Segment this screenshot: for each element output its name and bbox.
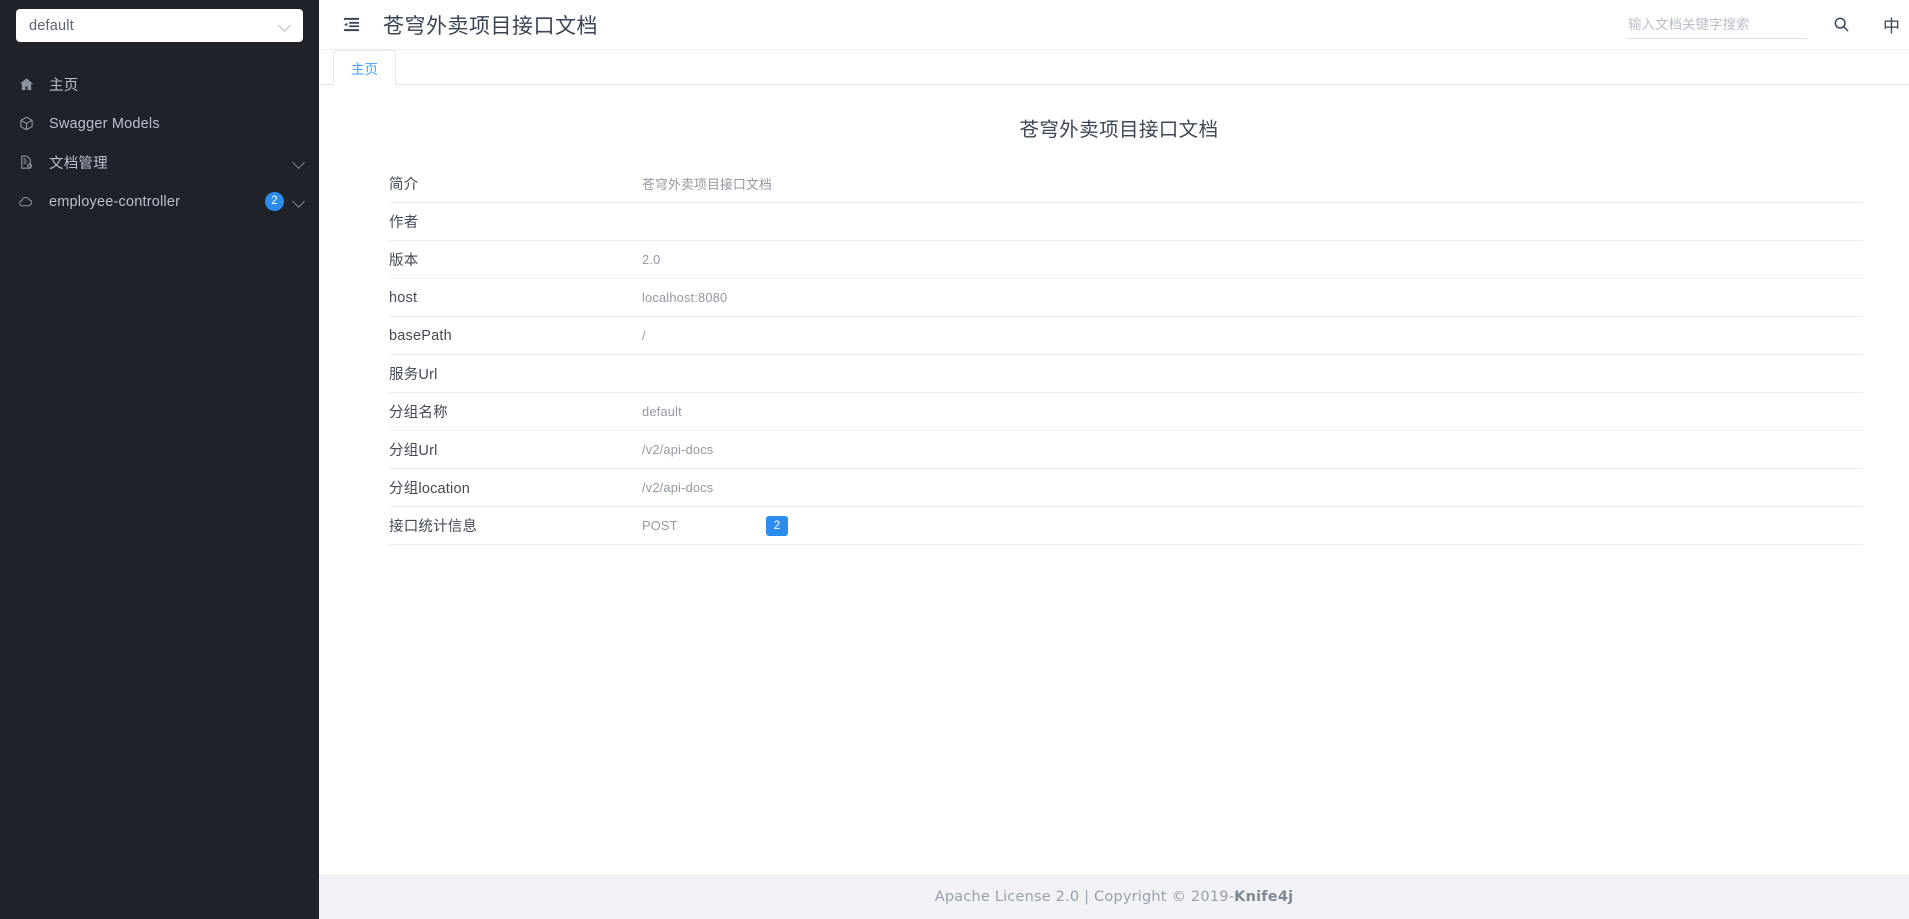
doc-title: 苍穹外卖项目接口文档 <box>1019 119 1219 141</box>
search-field[interactable] <box>1626 10 1807 39</box>
cloud-icon <box>16 193 36 211</box>
table-row: 分组Url /v2/api-docs <box>389 431 1863 469</box>
sidebar-item-label: Swagger Models <box>49 115 160 132</box>
row-key: 分组location <box>389 481 470 497</box>
cube-icon <box>16 115 36 133</box>
table-row: 版本 2.0 <box>389 241 1863 279</box>
sidebar-item-label: 文档管理 <box>49 156 108 172</box>
menu-fold-icon[interactable] <box>336 10 366 40</box>
group-select[interactable]: default <box>16 9 303 42</box>
row-key: 简介 <box>389 177 419 193</box>
table-row: 简介 苍穹外卖项目接口文档 <box>389 165 1863 203</box>
search-icon[interactable] <box>1829 13 1853 37</box>
table-row: basePath / <box>389 317 1863 355</box>
home-icon <box>16 76 36 94</box>
app-root: default 主页 Swagger Models 文档管理 employee-… <box>0 0 1909 919</box>
page-title: 苍穹外卖项目接口文档 <box>383 14 598 38</box>
topbar: 苍穹外卖项目接口文档 中 <box>319 0 1909 50</box>
row-key: 接口统计信息 <box>389 519 478 535</box>
sidebar-item-employee-controller[interactable]: employee-controller 2 <box>0 182 319 221</box>
table-row: 作者 <box>389 203 1863 241</box>
sidebar-item-doc-manage[interactable]: 文档管理 <box>0 143 319 182</box>
row-key: 分组名称 <box>389 405 448 421</box>
row-value: /v2/api-docs <box>642 442 714 457</box>
row-key: host <box>389 289 418 306</box>
table-row: 分组location /v2/api-docs <box>389 469 1863 507</box>
sidebar-item-label: employee-controller <box>49 193 181 210</box>
footer: Apache License 2.0 | Copyright © 2019- Kn… <box>319 874 1909 919</box>
tabs-bar: 主页 <box>319 50 1909 85</box>
row-value: 苍穹外卖项目接口文档 <box>642 177 772 192</box>
file-settings-icon <box>16 154 36 172</box>
sidebar-item-home[interactable]: 主页 <box>0 65 319 104</box>
table-row-api-stats: 接口统计信息 POST 2 <box>389 507 1863 545</box>
row-key: basePath <box>389 327 452 344</box>
chevron-down-icon <box>279 19 292 32</box>
row-value: localhost:8080 <box>642 290 728 305</box>
sidebar-item-swagger-models[interactable]: Swagger Models <box>0 104 319 143</box>
row-key: 分组Url <box>389 443 438 459</box>
status-badge: 2 <box>766 515 788 536</box>
row-value: POST 2 <box>642 515 788 536</box>
row-value: /v2/api-docs <box>642 480 714 495</box>
info-table: 简介 苍穹外卖项目接口文档 作者 版本 2.0 host localhost:8… <box>389 165 1863 545</box>
table-row: 分组名称 default <box>389 393 1863 431</box>
table-row: host localhost:8080 <box>389 279 1863 317</box>
table-row: 服务Url <box>389 355 1863 393</box>
search-input[interactable] <box>1626 15 1807 33</box>
group-select-value: default <box>29 17 74 34</box>
content-area: 苍穹外卖项目接口文档 中 主页 苍穹外卖项目接口文档 <box>319 0 1909 919</box>
sidebar-item-label: 主页 <box>49 78 79 94</box>
row-value: / <box>642 328 646 343</box>
sidebar: default 主页 Swagger Models 文档管理 employee-… <box>0 0 319 919</box>
sidebar-nav: 主页 Swagger Models 文档管理 employee-controll… <box>0 65 319 221</box>
row-key: 服务Url <box>389 367 438 383</box>
footer-brand: Knife4j <box>1234 888 1294 905</box>
main-content: 苍穹外卖项目接口文档 简介 苍穹外卖项目接口文档 作者 版本 2.0 host … <box>319 85 1909 874</box>
http-method-label: POST <box>642 518 678 533</box>
row-key: 版本 <box>389 253 419 269</box>
sidebar-item-badge: 2 <box>265 192 284 211</box>
row-key: 作者 <box>389 215 419 231</box>
topbar-right: 中 <box>1626 10 1909 39</box>
row-value: 2.0 <box>642 252 661 267</box>
row-value: default <box>642 404 682 419</box>
language-toggle[interactable]: 中 <box>1883 12 1909 37</box>
chevron-down-icon[interactable] <box>293 156 306 169</box>
tab-home[interactable]: 主页 <box>333 50 396 85</box>
footer-text: Apache License 2.0 | Copyright © 2019- <box>934 888 1235 905</box>
chevron-down-icon[interactable] <box>293 195 306 208</box>
